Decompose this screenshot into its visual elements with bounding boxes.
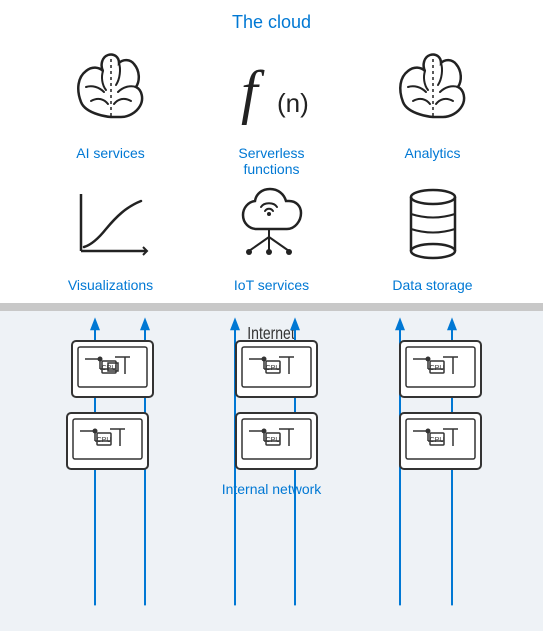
device-top-right: CPU bbox=[398, 339, 483, 399]
svg-text:CPU: CPU bbox=[266, 365, 281, 372]
data-storage-item: Data storage bbox=[363, 179, 503, 293]
iot-services-label: IoT services bbox=[234, 277, 309, 293]
database-icon bbox=[388, 179, 478, 269]
devices-container: CPU CPU bbox=[0, 311, 543, 481]
cloud-title: The cloud bbox=[232, 12, 311, 32]
svg-text:CPU: CPU bbox=[101, 365, 116, 372]
iot-services-item: IoT services bbox=[202, 179, 342, 293]
device-bottom-right: CPU bbox=[398, 411, 483, 471]
visualizations-label: Visualizations bbox=[68, 277, 153, 293]
device-top-left: CPU bbox=[70, 339, 155, 399]
svg-text:CPU: CPU bbox=[266, 437, 281, 444]
cloud-row-2: Visualizations bbox=[0, 179, 543, 303]
internal-network-label: Internal network bbox=[0, 481, 543, 505]
svg-text:CPU: CPU bbox=[430, 437, 445, 444]
visualizations-item: Visualizations bbox=[41, 179, 181, 293]
network-section: Internet bbox=[0, 311, 543, 631]
data-storage-label: Data storage bbox=[392, 277, 472, 293]
svg-text:(n): (n) bbox=[277, 88, 309, 118]
svg-text:CPU: CPU bbox=[430, 365, 445, 372]
cloud-section: The cloud AI services bbox=[0, 0, 543, 303]
analytics-label: Analytics bbox=[404, 145, 460, 161]
serverless-label: Serverless functions bbox=[238, 145, 304, 177]
middle-device-group: CPU CPU bbox=[234, 339, 319, 471]
function-icon: f (n) bbox=[227, 47, 317, 137]
ai-services-item: AI services bbox=[41, 47, 181, 161]
section-divider bbox=[0, 303, 543, 311]
right-device-group: CPU CPU bbox=[398, 339, 483, 471]
chart-icon bbox=[66, 179, 156, 269]
cloud-row-1: AI services f (n) Serverless functions bbox=[0, 37, 543, 187]
brain-icon bbox=[66, 47, 156, 137]
device-top-middle: CPU bbox=[234, 339, 319, 399]
device-bottom-left: CPU bbox=[65, 411, 150, 471]
analytics-brain-icon bbox=[388, 47, 478, 137]
svg-text:CPU: CPU bbox=[96, 437, 111, 444]
iot-icon bbox=[227, 179, 317, 269]
analytics-item: Analytics bbox=[363, 47, 503, 161]
main-layout: The cloud AI services bbox=[0, 0, 543, 631]
device-bottom-middle: CPU bbox=[234, 411, 319, 471]
serverless-item: f (n) Serverless functions bbox=[202, 47, 342, 177]
left-device-group: CPU CPU bbox=[60, 339, 155, 471]
ai-services-label: AI services bbox=[76, 145, 144, 161]
svg-text:f: f bbox=[241, 59, 265, 125]
